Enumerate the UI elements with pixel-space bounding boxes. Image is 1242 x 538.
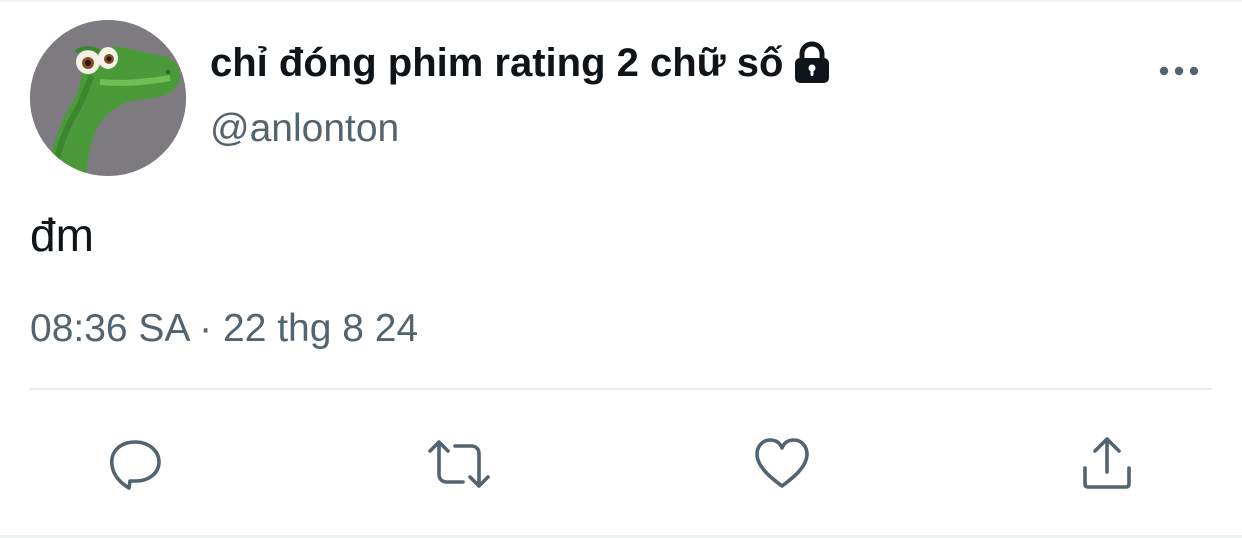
- avatar[interactable]: [30, 20, 186, 176]
- like-button[interactable]: [750, 432, 814, 496]
- reply-button[interactable]: [103, 432, 167, 496]
- share-icon: [1083, 437, 1131, 489]
- lock-icon: [791, 41, 833, 85]
- tweet-date: 22 thg 8 24: [223, 307, 419, 350]
- more-horizontal-icon: [1159, 66, 1199, 76]
- top-border: [0, 0, 1242, 2]
- heart-icon: [755, 438, 809, 488]
- display-name-text: chỉ đóng phim rating 2 chữ số: [210, 41, 784, 85]
- divider: [30, 388, 1212, 390]
- share-button[interactable]: [1075, 432, 1139, 496]
- username-handle[interactable]: @anlonton: [210, 104, 399, 154]
- tweet-text: đm: [30, 209, 94, 261]
- timestamp-separator: ·: [199, 307, 213, 350]
- retweet-button[interactable]: [427, 432, 491, 496]
- timestamp-row[interactable]: 08:36 SA · 22 thg 8 24: [30, 304, 418, 354]
- avatar-image: [30, 20, 186, 176]
- retweet-icon: [428, 440, 490, 488]
- tweet-time: 08:36 SA: [30, 307, 189, 350]
- display-name[interactable]: chỉ đóng phim rating 2 chữ số: [210, 38, 833, 88]
- more-options-button[interactable]: [1152, 52, 1206, 90]
- reply-icon: [110, 440, 161, 490]
